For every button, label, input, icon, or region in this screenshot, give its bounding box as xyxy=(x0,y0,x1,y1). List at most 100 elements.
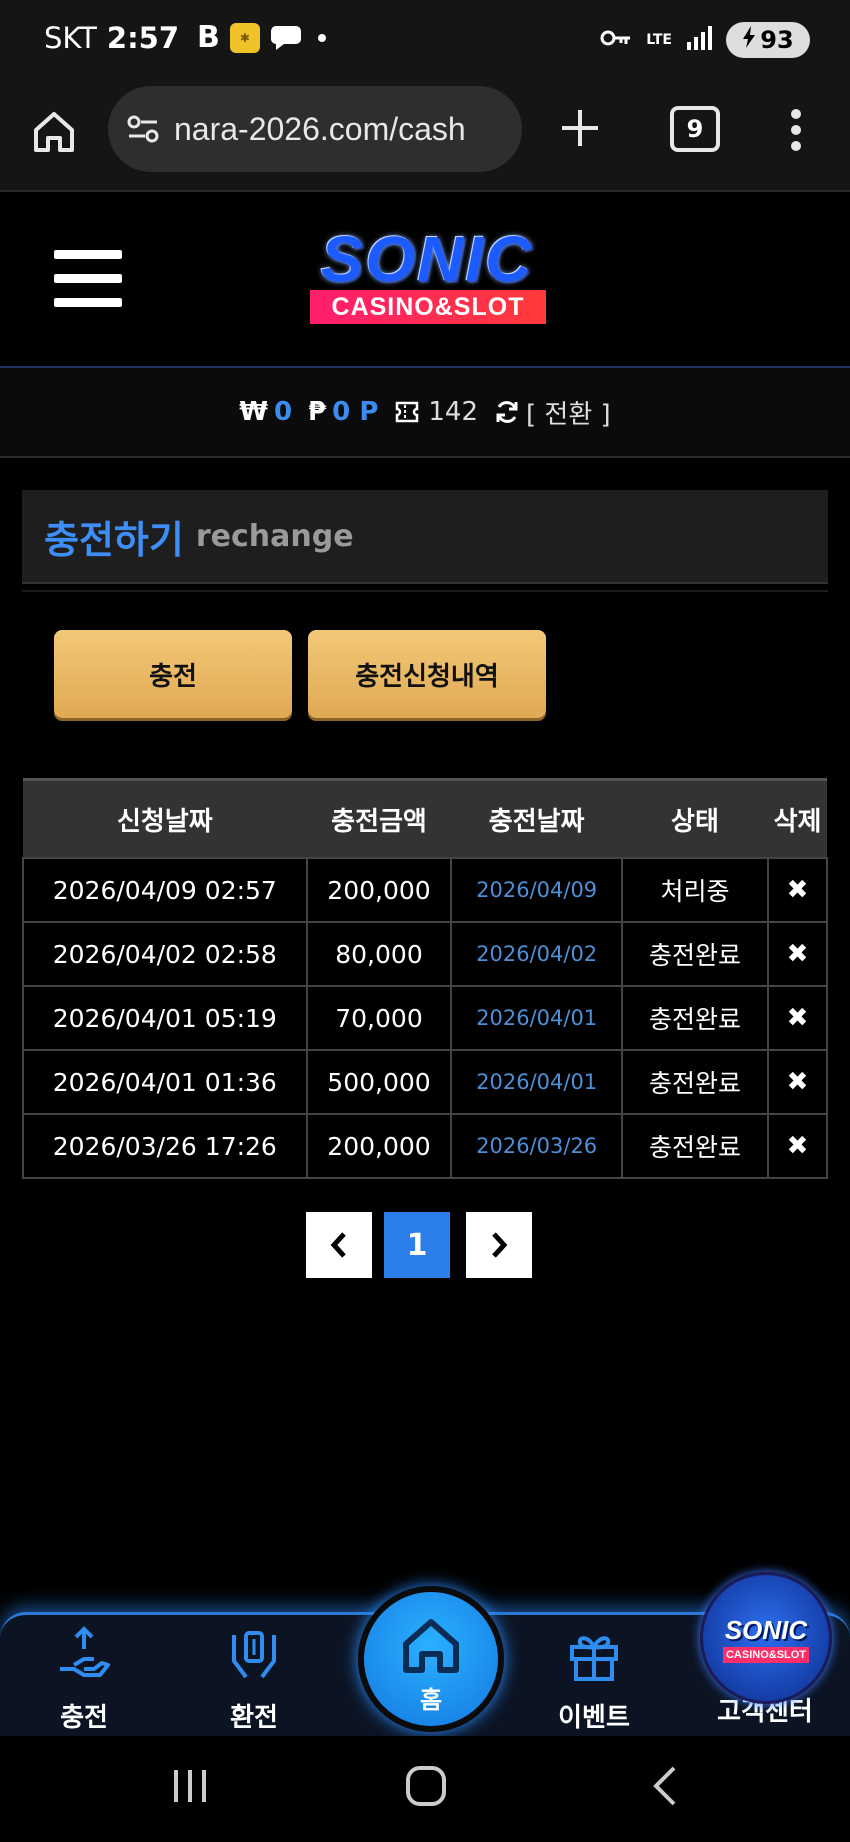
withdraw-hands-icon xyxy=(232,1631,276,1679)
delete-icon[interactable]: ✖ xyxy=(767,985,828,1051)
network-type: LTE xyxy=(646,32,672,48)
browser-toolbar: nara-2026.com/cash 9 xyxy=(0,80,850,192)
hamburger-line xyxy=(54,274,122,283)
divider xyxy=(22,590,828,592)
balance-bar: ₩ 0 ₱ 0 P 142 [ 전환 ] xyxy=(0,368,850,458)
gift-icon xyxy=(570,1636,618,1681)
table-row: 2026/04/09 02:57 200,000 2026/04/09 처리중 … xyxy=(22,857,828,923)
site-header: SONIC CASINO&SLOT xyxy=(0,192,850,369)
address-bar[interactable]: nara-2026.com/cash xyxy=(108,86,522,172)
won-symbol: ₩ xyxy=(239,397,268,427)
next-page-button[interactable] xyxy=(466,1212,532,1278)
browser-menu-button[interactable] xyxy=(790,108,802,152)
page-subtitle: rechange xyxy=(195,518,354,554)
nav-home-button[interactable]: 홈 xyxy=(358,1586,504,1732)
cell-status: 충전완료 xyxy=(620,1049,770,1115)
cell-request-date: 2026/04/01 05:19 xyxy=(22,985,308,1051)
page-number-button[interactable]: 1 xyxy=(384,1212,450,1278)
cell-amount: 200,000 xyxy=(305,1113,453,1179)
vpn-key-icon xyxy=(600,28,632,52)
cell-amount: 200,000 xyxy=(305,857,453,923)
delete-icon[interactable]: ✖ xyxy=(767,857,828,923)
cell-status: 충전완료 xyxy=(620,921,770,987)
logo-subtitle: CASINO&SLOT xyxy=(310,290,546,324)
column-header-charge-date: 충전날짜 xyxy=(451,778,622,858)
url-text: nara-2026.com/cash xyxy=(174,110,466,147)
table-header-row: 신청날짜 충전금액 충전날짜 상태 삭제 xyxy=(23,778,827,858)
cell-status: 충전완료 xyxy=(620,985,770,1051)
site-logo[interactable]: SONIC CASINO&SLOT xyxy=(282,222,572,332)
prev-page-button[interactable] xyxy=(306,1212,372,1278)
charge-button[interactable]: 충전 xyxy=(54,630,292,718)
table-row: 2026/03/26 17:26 200,000 2026/03/26 충전완료… xyxy=(22,1113,828,1179)
column-header-status: 상태 xyxy=(621,778,769,858)
cell-charge-date: 2026/04/01 xyxy=(450,1049,623,1115)
battery-level: 93 xyxy=(760,26,794,54)
avatar-logo-subtitle: CASINO&SLOT xyxy=(723,1647,809,1663)
more-vert-icon xyxy=(791,109,801,151)
nav-exchange-label: 환전 xyxy=(230,1703,278,1733)
won-value: 0 xyxy=(273,397,293,427)
column-header-request-date: 신청날짜 xyxy=(23,778,307,858)
home-icon xyxy=(403,1619,459,1673)
notification-dot-icon xyxy=(317,33,326,42)
page-title: 충전하기 xyxy=(44,517,184,562)
back-icon[interactable] xyxy=(650,1764,680,1808)
nav-home-label: 홈 xyxy=(419,1686,443,1714)
site-settings-icon[interactable] xyxy=(122,108,164,150)
page-title-bar: 충전하기 rechange xyxy=(22,490,828,584)
b-app-icon: B xyxy=(197,20,220,55)
plus-icon xyxy=(562,110,598,146)
cell-status: 충전완료 xyxy=(620,1113,770,1179)
tab-switcher-button[interactable]: 9 xyxy=(670,106,720,152)
column-header-amount: 충전금액 xyxy=(306,778,452,858)
hamburger-line xyxy=(54,250,122,259)
hamburger-line xyxy=(54,298,122,307)
browser-home-button[interactable] xyxy=(28,106,80,158)
nav-event-label: 이벤트 xyxy=(558,1703,630,1733)
convert-button[interactable]: [ 전환 ] xyxy=(494,394,611,431)
table-row: 2026/04/01 05:19 70,000 2026/04/01 충전완료 … xyxy=(22,985,828,1051)
cell-charge-date: 2026/03/26 xyxy=(450,1113,623,1179)
charge-history-button[interactable]: 충전신청내역 xyxy=(308,630,546,718)
support-avatar[interactable]: SONIC CASINO&SLOT xyxy=(700,1572,832,1704)
kb-app-icon: ✱ xyxy=(229,22,260,53)
status-bar: SKT 2:57 B ✱ LTE 93 xyxy=(0,0,850,80)
status-left: SKT 2:57 B ✱ xyxy=(44,20,326,55)
ticket-icon xyxy=(396,401,419,423)
carrier: SKT xyxy=(44,20,97,55)
clock: 2:57 xyxy=(106,20,180,55)
charging-bolt-icon xyxy=(742,26,756,54)
cell-status: 처리중 xyxy=(620,857,770,923)
delete-icon[interactable]: ✖ xyxy=(767,1113,828,1179)
recents-icon[interactable] xyxy=(172,1766,208,1806)
nav-event[interactable]: 이벤트 xyxy=(534,1625,654,1734)
new-tab-button[interactable] xyxy=(556,104,604,152)
delete-icon[interactable]: ✖ xyxy=(767,921,828,987)
cell-charge-date: 2026/04/09 xyxy=(450,857,623,923)
cell-request-date: 2026/04/09 02:57 xyxy=(22,857,308,923)
cell-charge-date: 2026/04/01 xyxy=(450,985,623,1051)
refresh-icon xyxy=(496,401,518,423)
ticket-balance: 142 xyxy=(394,397,478,427)
cell-request-date: 2026/04/02 02:58 xyxy=(22,921,308,987)
signal-icon xyxy=(686,26,712,54)
battery-indicator: 93 xyxy=(726,22,810,58)
avatar-logo-title: SONIC xyxy=(724,1615,808,1645)
menu-hamburger-button[interactable] xyxy=(54,250,122,308)
cell-amount: 500,000 xyxy=(305,1049,453,1115)
table-row: 2026/04/02 02:58 80,000 2026/04/02 충전완료 … xyxy=(22,921,828,987)
recharge-history-table: 신청날짜 충전금액 충전날짜 상태 삭제 2026/04/09 02:57 20… xyxy=(22,778,828,1179)
system-home-icon[interactable] xyxy=(404,1764,448,1808)
point-balance: ₱ 0 P xyxy=(308,397,378,427)
point-value: 0 P xyxy=(332,397,379,427)
chevron-left-icon xyxy=(330,1232,346,1258)
status-right: LTE 93 xyxy=(600,22,810,58)
ticket-count: 142 xyxy=(428,397,479,427)
cell-request-date: 2026/04/01 01:36 xyxy=(22,1049,308,1115)
nav-charge[interactable]: 충전 xyxy=(24,1625,144,1734)
nav-exchange[interactable]: 환전 xyxy=(194,1625,314,1734)
delete-icon[interactable]: ✖ xyxy=(767,1049,828,1115)
chevron-right-icon xyxy=(492,1232,508,1258)
table-row: 2026/04/01 01:36 500,000 2026/04/01 충전완료… xyxy=(22,1049,828,1115)
